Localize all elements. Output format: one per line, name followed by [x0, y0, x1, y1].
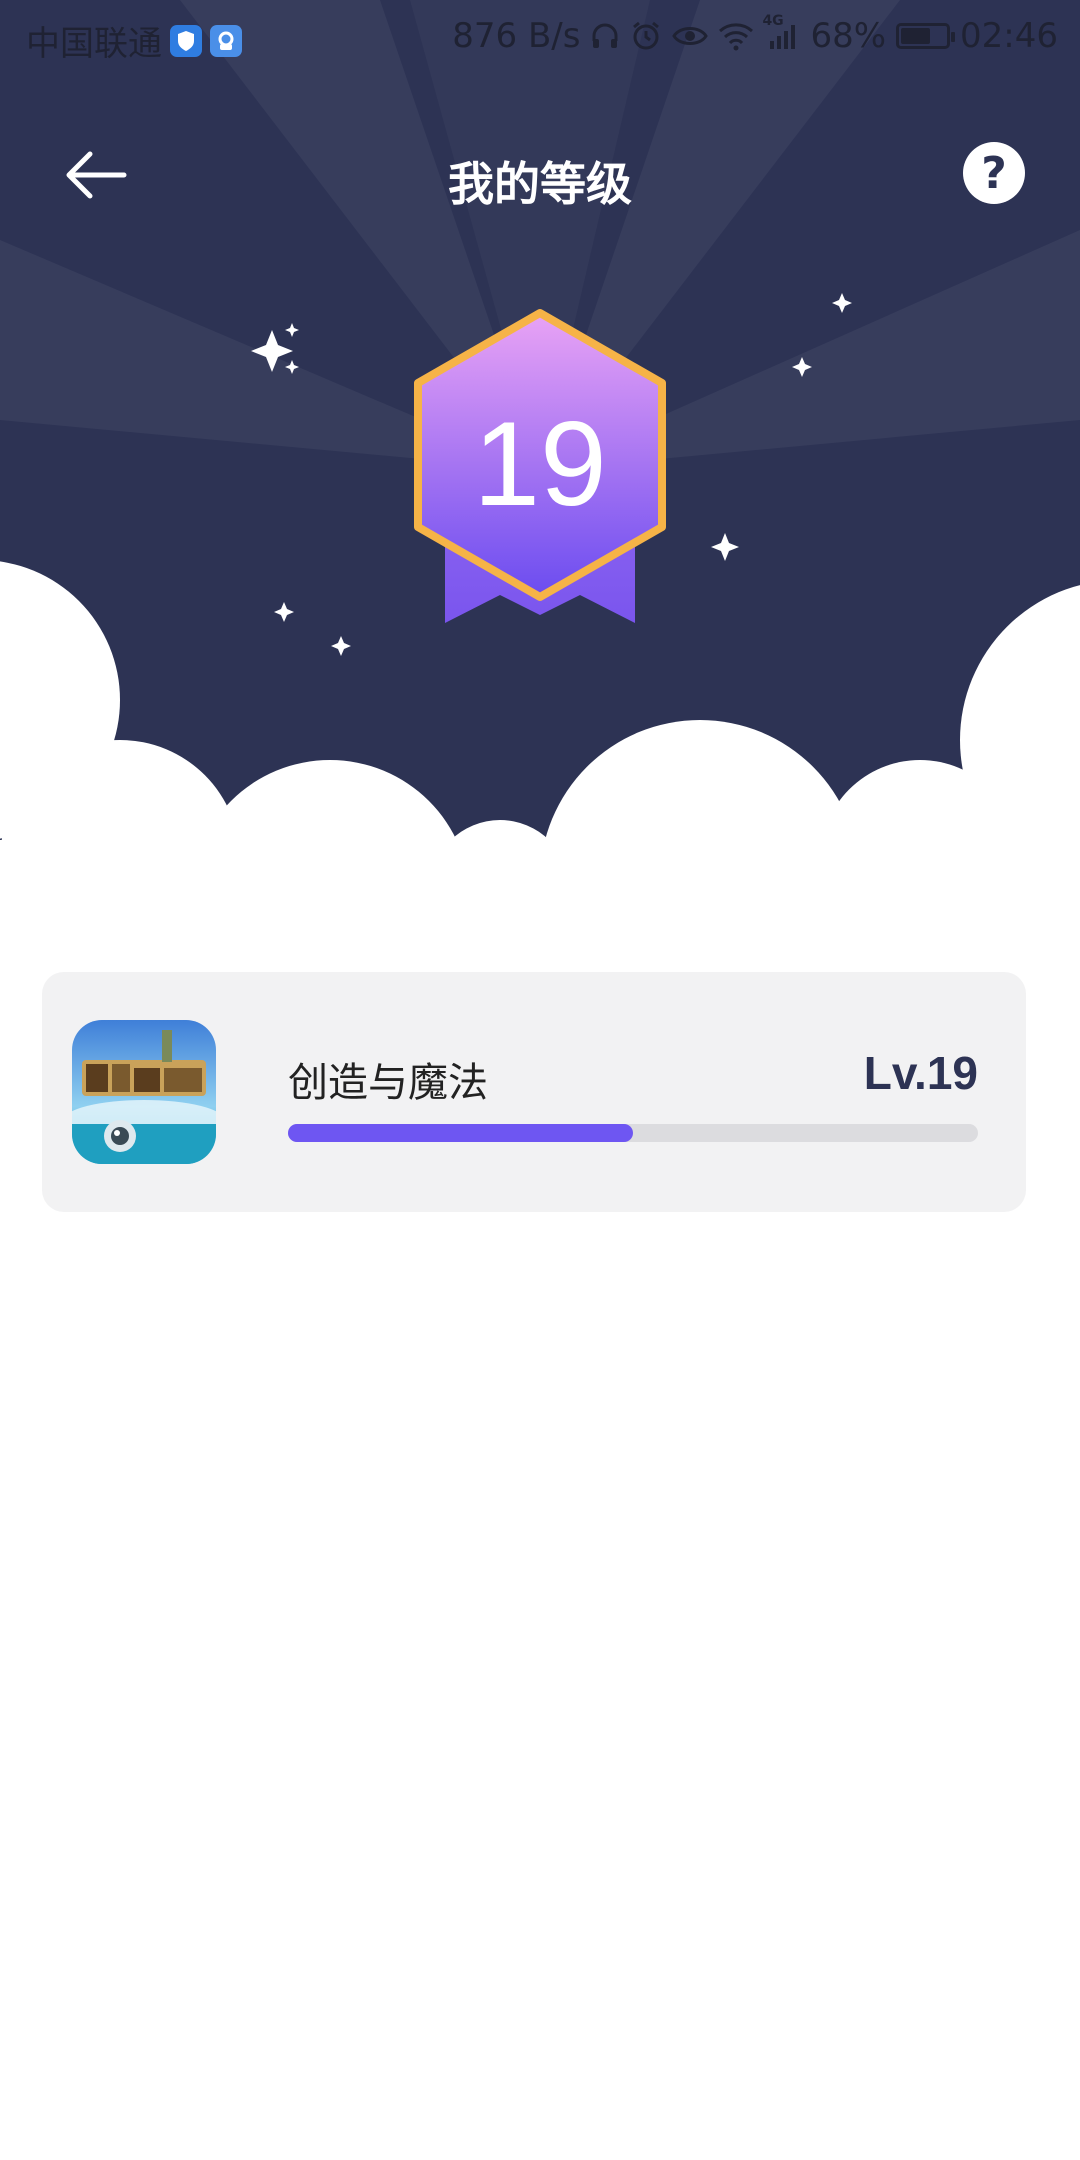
level-progress-bar — [288, 1124, 978, 1142]
carrier-label: 中国联通 — [26, 24, 162, 64]
wifi-icon — [718, 21, 754, 51]
shield-app-icon — [170, 24, 202, 57]
game-app-icon — [72, 1020, 216, 1164]
level-badge: 19 — [400, 305, 680, 635]
title-bar: 我的等级 ? — [0, 130, 1080, 220]
help-button[interactable]: ? — [963, 142, 1025, 204]
alarm-icon — [630, 20, 662, 52]
battery-percent: 68% — [810, 16, 887, 56]
game-level-label: Lv.19 — [863, 1047, 978, 1099]
battery-icon — [896, 23, 956, 49]
eye-icon — [672, 23, 709, 49]
badge-level-number: 19 — [473, 397, 607, 531]
app-notification-icon — [210, 24, 242, 57]
game-level-card[interactable]: 创造与魔法 Lv.19 — [42, 972, 1026, 1212]
cell-signal-icon: 4G — [762, 13, 800, 51]
clock: 02:46 — [960, 16, 1058, 56]
level-progress-fill — [288, 1124, 633, 1142]
page-title: 我的等级 — [448, 157, 632, 211]
help-icon: ? — [981, 147, 1007, 199]
game-name: 创造与魔法 — [288, 1060, 488, 1106]
net-speed: 876 B/s — [452, 16, 581, 56]
headphones-icon — [590, 21, 620, 51]
status-bar: 中国联通 876 B/s 4G 68% 02:46 — [0, 0, 1080, 75]
